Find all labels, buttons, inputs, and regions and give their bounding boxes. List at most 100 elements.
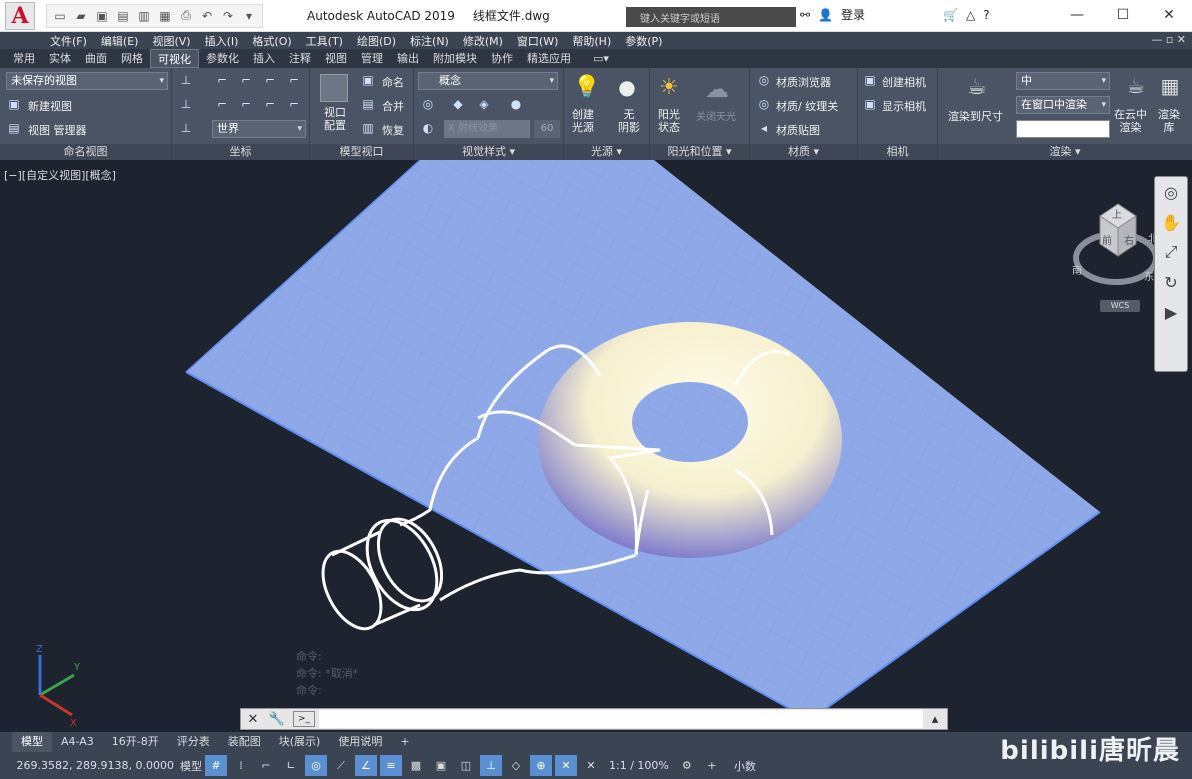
- qat-dropdown-icon[interactable]: ▾: [240, 7, 258, 25]
- ucs-icon[interactable]: ⊥: [178, 72, 194, 88]
- ribbon-options-icon[interactable]: ▭▾: [586, 49, 616, 68]
- viewport-label[interactable]: [−][自定义视图][概念]: [4, 167, 116, 183]
- layout-tab[interactable]: 使用说明: [329, 732, 391, 752]
- close-button[interactable]: ✕: [1146, 0, 1192, 30]
- menu-item[interactable]: 文件(F): [50, 33, 87, 49]
- ucs-dropdown[interactable]: 世界: [212, 120, 306, 138]
- drawing-viewport[interactable]: Z Y X [−][自定义视图][概念] 上 前 右 北 南 东 WCS: [0, 160, 1192, 732]
- annotation-monitor-icon[interactable]: +: [701, 755, 723, 776]
- ribbon-tab[interactable]: 视图: [318, 49, 354, 68]
- material-mapping-button[interactable]: 材质贴图: [776, 122, 820, 138]
- transparency-icon[interactable]: ▩: [405, 755, 427, 776]
- publish-icon[interactable]: ▥: [135, 7, 153, 25]
- sky-button[interactable]: 关闭天光: [696, 108, 736, 123]
- viewport-config-button[interactable]: 视口 配置: [320, 106, 350, 132]
- new-file-icon[interactable]: ▭: [51, 7, 69, 25]
- units-dropdown[interactable]: 小数: [726, 755, 764, 776]
- snap-icon[interactable]: ⁞: [230, 755, 252, 776]
- workspace-gear-icon[interactable]: ⚙: [676, 755, 698, 776]
- annotation-scale[interactable]: 1:1 / 100%: [605, 755, 673, 776]
- open-file-icon[interactable]: ▰: [72, 7, 90, 25]
- dynamic-ucs-icon[interactable]: ⊥: [480, 755, 502, 776]
- showmotion-icon[interactable]: ▶: [1155, 297, 1187, 327]
- join-button[interactable]: 合并: [382, 98, 404, 114]
- menu-item[interactable]: 标注(N): [410, 33, 449, 49]
- menu-item[interactable]: 编辑(E): [101, 33, 139, 49]
- save-icon[interactable]: ▣: [93, 7, 111, 25]
- ribbon-tab[interactable]: 网格: [114, 49, 150, 68]
- layout-tab[interactable]: A4-A3: [52, 732, 103, 752]
- ribbon-tab[interactable]: 插入: [246, 49, 282, 68]
- ribbon-tab[interactable]: 常用: [6, 49, 42, 68]
- grid-icon[interactable]: #: [205, 755, 227, 776]
- ribbon-tab-active[interactable]: 可视化: [150, 49, 199, 68]
- menu-item[interactable]: 绘图(D): [357, 33, 396, 49]
- opacity-value[interactable]: 60: [534, 120, 560, 138]
- annotation-visibility-icon[interactable]: ✕: [555, 755, 577, 776]
- mdi-controls[interactable]: — ▫ ✕: [1151, 33, 1186, 46]
- ribbon-tab[interactable]: 参数化: [199, 49, 246, 68]
- steering-wheel-icon[interactable]: ◎: [1155, 177, 1187, 207]
- menu-item[interactable]: 窗口(W): [517, 33, 558, 49]
- maximize-button[interactable]: ☐: [1100, 0, 1146, 30]
- menu-item[interactable]: 修改(M): [463, 33, 503, 49]
- shadow-icon[interactable]: ◈: [476, 96, 492, 112]
- ribbon-tab[interactable]: 输出: [390, 49, 426, 68]
- layout-tab[interactable]: 块(展示): [270, 732, 330, 752]
- app-menu-button[interactable]: A: [0, 0, 40, 32]
- cloud-render-button[interactable]: 在云中 渲染: [1114, 108, 1147, 134]
- cart-icon[interactable]: 🛒: [943, 8, 958, 22]
- ribbon-tab[interactable]: 协作: [484, 49, 520, 68]
- material-browser-button[interactable]: 材质浏览器: [776, 74, 831, 90]
- plot-icon[interactable]: ▦: [156, 7, 174, 25]
- save-as-icon[interactable]: ▤: [114, 7, 132, 25]
- search-input[interactable]: 键入关键字或短语: [626, 7, 796, 27]
- coordinates-readout[interactable]: 269.3582, 289.9138, 0.0000: [0, 759, 180, 772]
- ucs-named-icon[interactable]: ⊥: [178, 120, 194, 136]
- render-level-dropdown[interactable]: 中: [1016, 72, 1110, 90]
- infer-icon[interactable]: ⌐: [255, 755, 277, 776]
- edge-effects-icon[interactable]: ◎: [420, 96, 436, 112]
- 3d-osnap-icon[interactable]: ◫: [455, 755, 477, 776]
- command-history-toggle-icon[interactable]: ▴: [923, 712, 947, 727]
- login-link[interactable]: 登录: [841, 6, 865, 23]
- lineweight-icon[interactable]: ≡: [380, 755, 402, 776]
- name-button[interactable]: 命名: [382, 74, 404, 90]
- layout-tab[interactable]: 评分表: [168, 732, 219, 752]
- viewport-config-icon[interactable]: [320, 74, 348, 102]
- show-camera-button[interactable]: 显示相机: [882, 98, 926, 114]
- xray-slider[interactable]: X 射线效果: [444, 120, 530, 138]
- menu-item[interactable]: 参数(P): [625, 33, 662, 49]
- menu-item[interactable]: 帮助(H): [572, 33, 611, 49]
- polar-icon[interactable]: ◎: [305, 755, 327, 776]
- layout-tab-model[interactable]: 模型: [12, 732, 52, 752]
- print-icon[interactable]: ⎙: [177, 7, 195, 25]
- viewcube[interactable]: 上 前 右 北 南 东 WCS: [1070, 196, 1160, 312]
- create-light-button[interactable]: 创建 光源: [572, 108, 594, 134]
- ucs-x-icon[interactable]: ⌐: [238, 72, 254, 88]
- binoculars-icon[interactable]: ⚯: [800, 8, 810, 22]
- render-in-dropdown[interactable]: 在窗口中渲染: [1016, 96, 1110, 114]
- menu-item[interactable]: 格式(O): [252, 33, 291, 49]
- zoom-extents-icon[interactable]: ⤢: [1155, 237, 1187, 267]
- ucs-object-icon[interactable]: ⌐: [238, 96, 254, 112]
- command-prompt-icon[interactable]: >_: [293, 711, 315, 727]
- model-space-toggle[interactable]: 模型: [180, 755, 202, 776]
- close-command-icon[interactable]: ✕: [241, 712, 265, 727]
- orbit-icon[interactable]: ↻: [1155, 267, 1187, 297]
- add-layout-button[interactable]: +: [391, 732, 418, 752]
- sun-status-button[interactable]: 阳光 状态: [658, 108, 680, 134]
- user-icon[interactable]: 👤: [818, 8, 833, 22]
- osnap-tracking-icon[interactable]: ∠: [355, 755, 377, 776]
- redo-icon[interactable]: ↷: [219, 7, 237, 25]
- ucs-view-icon[interactable]: ⌐: [214, 96, 230, 112]
- ortho-icon[interactable]: ∟: [280, 755, 302, 776]
- layout-tab[interactable]: 装配图: [219, 732, 270, 752]
- ucs-z-icon[interactable]: ⌐: [286, 72, 302, 88]
- selection-cycling-icon[interactable]: ▣: [430, 755, 452, 776]
- visual-style-dropdown[interactable]: 概念: [418, 72, 558, 90]
- ribbon-tab[interactable]: 曲面: [78, 49, 114, 68]
- ucs-y-icon[interactable]: ⌐: [262, 72, 278, 88]
- ribbon-tab[interactable]: 实体: [42, 49, 78, 68]
- wcs-menu[interactable]: WCS: [1100, 300, 1140, 312]
